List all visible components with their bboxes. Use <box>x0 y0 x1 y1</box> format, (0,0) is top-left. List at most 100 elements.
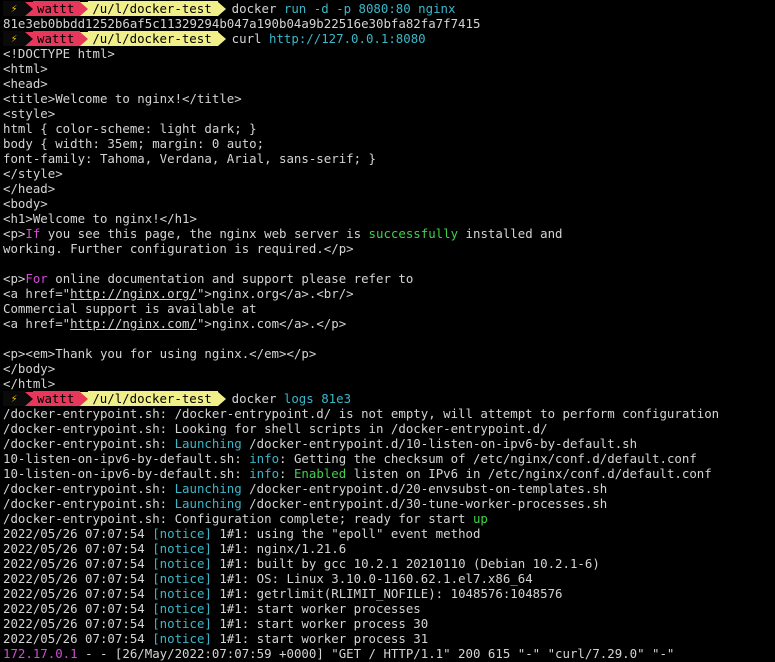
output-text: 1#1: start worker process 31 <box>211 631 429 646</box>
output-text: 81e3eb0bbdd1252b6af5c11329294b047a190b04… <box>3 16 481 31</box>
lightning-bolt-icon: ⚡ <box>3 1 25 16</box>
prompt-user: wattt <box>33 391 81 406</box>
output-text: html { color-scheme: light dark; } <box>3 121 257 136</box>
command-text: docker <box>231 1 284 16</box>
output-text: online documentation and support please … <box>47 271 414 286</box>
output-line: <a href="http://nginx.org/">nginx.org</a… <box>3 286 775 301</box>
output-text: /docker-entrypoint.sh: Configuration com… <box>3 511 473 526</box>
output-line: 172.17.0.1 - - [26/May/2022:07:07:59 +00… <box>3 646 775 661</box>
output-text: </head> <box>3 181 56 196</box>
output-line: /docker-entrypoint.sh: Configuration com… <box>3 511 775 526</box>
output-text: Launching <box>174 496 242 511</box>
powerline-separator <box>25 391 33 406</box>
output-text: 2022/05/26 07:07:54 <box>3 541 153 556</box>
output-text: 2022/05/26 07:07:54 <box>3 556 153 571</box>
output-text: : <box>279 466 294 481</box>
output-text: font-family: Tahoma, Verdana, Arial, san… <box>3 151 376 166</box>
output-text: up <box>472 511 488 526</box>
output-text: 2022/05/26 07:07:54 <box>3 571 153 586</box>
output-line: <a href="http://nginx.com/">nginx.com</a… <box>3 316 775 331</box>
output-text: 2022/05/26 07:07:54 <box>3 601 153 616</box>
output-text: <p> <box>3 271 26 286</box>
output-line: Commercial support is available at <box>3 301 775 316</box>
output-line: /docker-entrypoint.sh: Looking for shell… <box>3 421 775 436</box>
command-text: docker <box>231 391 284 406</box>
powerline-separator <box>217 31 226 46</box>
output-text: /docker-entrypoint.d/30-tune-worker-proc… <box>241 496 608 511</box>
output-text: <head> <box>3 76 48 91</box>
output-text[interactable]: http://nginx.com/ <box>70 316 197 331</box>
output-line: working. Further configuration is requir… <box>3 241 775 256</box>
output-line: <title>Welcome to nginx!</title> <box>3 91 775 106</box>
prompt-user: wattt <box>33 31 81 46</box>
command-text: logs 81e3 <box>283 391 352 406</box>
output-text: <p> <box>3 226 26 241</box>
output-line: <html> <box>3 61 775 76</box>
output-text: 2022/05/26 07:07:54 <box>3 616 153 631</box>
output-line: 10-listen-on-ipv6-by-default.sh: info: G… <box>3 451 775 466</box>
output-line: 2022/05/26 07:07:54 [notice] 1#1: using … <box>3 526 775 541</box>
prompt-path: /u/l/docker-test <box>88 31 218 46</box>
output-text: <style> <box>3 106 56 121</box>
output-text: [notice] <box>152 526 212 541</box>
output-text: /docker-entrypoint.sh: /docker-entrypoin… <box>3 406 720 421</box>
output-text[interactable]: http://nginx.org/ <box>70 286 197 301</box>
output-line: /docker-entrypoint.sh: Launching /docker… <box>3 481 775 496</box>
output-text: If <box>25 226 41 241</box>
output-text: [notice] <box>152 556 212 571</box>
output-text: body { width: 35em; margin: 0 auto; <box>3 136 265 151</box>
lightning-bolt-icon: ⚡ <box>3 31 25 46</box>
output-line: <!DOCTYPE html> <box>3 46 775 61</box>
prompt-path: /u/l/docker-test <box>88 391 218 406</box>
command-text: curl <box>231 31 269 46</box>
output-text: <!DOCTYPE html> <box>3 46 115 61</box>
output-text: 2022/05/26 07:07:54 <box>3 631 153 646</box>
powerline-separator <box>80 1 89 16</box>
output-text: 1#1: start worker process 30 <box>211 616 429 631</box>
output-text: [notice] <box>152 601 212 616</box>
output-text: For <box>25 271 48 286</box>
output-text: 2022/05/26 07:07:54 <box>3 586 153 601</box>
output-text: ">nginx.org</a>.<br/> <box>196 286 354 301</box>
output-text: <h1>Welcome to nginx!</h1> <box>3 211 197 226</box>
terminal-window[interactable]: ⚡ wattt/u/l/docker-test docker run -d -p 8… <box>0 0 775 662</box>
powerline-separator <box>80 391 89 406</box>
output-line: <style> <box>3 106 775 121</box>
output-text: 172.17.0.1 <box>3 646 78 661</box>
output-text: 1#1: OS: Linux 3.10.0-1160.62.1.el7.x86_… <box>211 571 533 586</box>
output-text: - - [26/May/2022:07:07:59 +0000] "GET / … <box>77 646 675 661</box>
output-text: [notice] <box>152 631 212 646</box>
output-text: Enabled <box>293 466 347 481</box>
output-line: /docker-entrypoint.sh: Launching /docker… <box>3 496 775 511</box>
shell-prompt: ⚡ wattt/u/l/docker-test <box>3 391 232 406</box>
output-text: <a href=" <box>3 286 71 301</box>
lightning-bolt-icon: ⚡ <box>3 391 25 406</box>
output-text: /docker-entrypoint.sh: Looking for shell… <box>3 421 548 436</box>
output-text: 1#1: start worker processes <box>211 601 421 616</box>
output-text: [notice] <box>152 586 212 601</box>
output-line: 2022/05/26 07:07:54 [notice] 1#1: start … <box>3 616 775 631</box>
output-text: /docker-entrypoint.sh: <box>3 436 175 451</box>
output-text: <a href=" <box>3 316 71 331</box>
output-line: html { color-scheme: light dark; } <box>3 121 775 136</box>
output-text: </html> <box>3 376 56 391</box>
output-line: </head> <box>3 181 775 196</box>
output-text: </body> <box>3 361 56 376</box>
output-text: [notice] <box>152 616 212 631</box>
shell-prompt: ⚡ wattt/u/l/docker-test <box>3 1 232 16</box>
output-line: <head> <box>3 76 775 91</box>
output-text: <html> <box>3 61 48 76</box>
output-text: 10-listen-on-ipv6-by-default.sh: <box>3 466 250 481</box>
command-text: http://127.0.0.1:8080 <box>268 31 426 46</box>
output-text: Launching <box>174 481 242 496</box>
output-text: installed and <box>458 226 563 241</box>
output-line: body { width: 35em; margin: 0 auto; <box>3 136 775 151</box>
output-text: /docker-entrypoint.sh: <box>3 496 175 511</box>
output-text: 1#1: built by gcc 10.2.1 20210110 (Debia… <box>211 556 600 571</box>
output-line: <p><em>Thank you for using nginx.</em></… <box>3 346 775 361</box>
output-text: successfully <box>368 226 459 241</box>
shell-prompt: ⚡ wattt/u/l/docker-test <box>3 31 232 46</box>
output-text: 1#1: using the "epoll" event method <box>211 526 481 541</box>
output-line: </style> <box>3 166 775 181</box>
output-line: </html> <box>3 376 775 391</box>
